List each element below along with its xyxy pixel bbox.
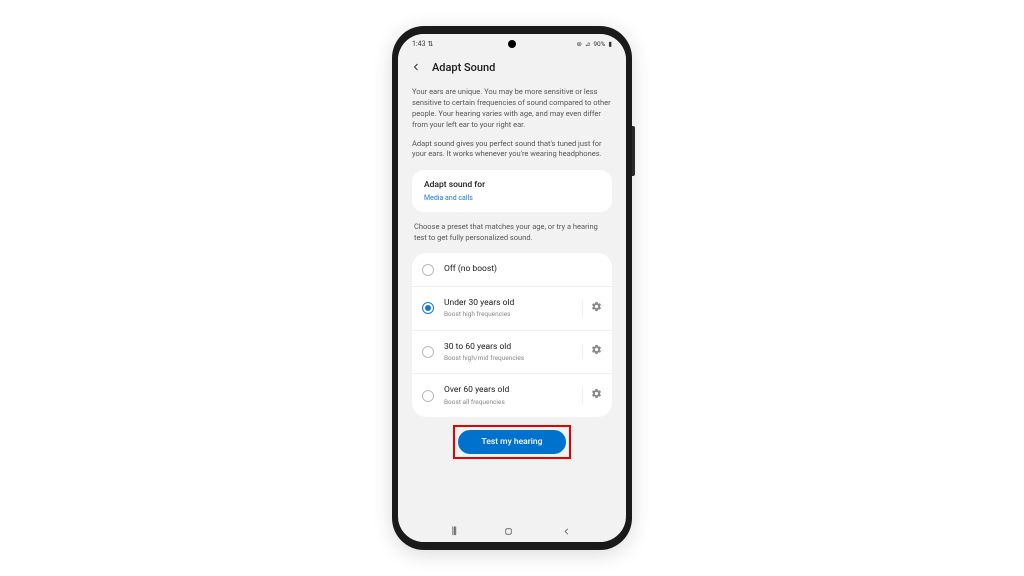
subdescription-text: Adapt sound gives you perfect sound that…: [412, 139, 612, 161]
radio-off[interactable]: [422, 264, 434, 276]
radio-over-60[interactable]: [422, 390, 434, 402]
gear-icon[interactable]: [591, 388, 602, 403]
page-title: Adapt Sound: [432, 61, 495, 74]
preset-hint-text: Choose a preset that matches your age, o…: [412, 222, 612, 244]
status-time: 1:43: [412, 40, 426, 48]
preset-over-60[interactable]: Over 60 years old Boost all frequencies: [412, 374, 612, 417]
content-area: Your ears are unique. You may be more se…: [398, 83, 626, 520]
page-header: Adapt Sound: [398, 52, 626, 83]
phone-side-button: [632, 126, 635, 176]
preset-under-30[interactable]: Under 30 years old Boost high frequencie…: [412, 287, 612, 331]
preset-off-label: Off (no boost): [444, 263, 602, 275]
back-icon[interactable]: [410, 58, 422, 77]
preset-over-60-sub: Boost all frequencies: [444, 398, 572, 407]
nav-recent-icon[interactable]: |||: [452, 526, 456, 537]
preset-over-60-label: Over 60 years old: [444, 384, 572, 396]
gear-icon[interactable]: [591, 301, 602, 316]
adapt-for-title: Adapt sound for: [424, 179, 600, 191]
radio-under-30[interactable]: [422, 302, 434, 314]
preset-off[interactable]: Off (no boost): [412, 253, 612, 286]
phone-frame: 1:43 ⇅ ⊚ ⊿ 90% ▮ Adapt Sound Your ears a…: [392, 26, 632, 550]
preset-list: Off (no boost) Under 30 years old Boost …: [412, 253, 612, 417]
nav-back-icon[interactable]: [561, 522, 572, 541]
nav-home-icon[interactable]: [503, 522, 514, 541]
highlight-annotation: Test my hearing: [453, 425, 572, 459]
test-button-container: Test my hearing: [412, 425, 612, 467]
radio-30-60[interactable]: [422, 346, 434, 358]
description-text: Your ears are unique. You may be more se…: [412, 87, 612, 131]
preset-under-30-label: Under 30 years old: [444, 297, 572, 309]
test-my-hearing-button[interactable]: Test my hearing: [458, 430, 567, 454]
preset-30-60[interactable]: 30 to 60 years old Boost high/mid freque…: [412, 331, 612, 375]
wifi-icon: ⊚: [576, 40, 581, 48]
battery-percent: 90%: [593, 40, 605, 48]
status-activity-icon: ⇅: [428, 40, 434, 48]
preset-under-30-sub: Boost high frequencies: [444, 310, 572, 319]
preset-30-60-label: 30 to 60 years old: [444, 341, 572, 353]
camera-notch: [508, 40, 516, 48]
adapt-sound-for-card[interactable]: Adapt sound for Media and calls: [412, 170, 612, 211]
battery-icon: ▮: [608, 40, 612, 48]
navigation-bar: |||: [398, 520, 626, 542]
gear-icon[interactable]: [591, 344, 602, 359]
phone-screen: 1:43 ⇅ ⊚ ⊿ 90% ▮ Adapt Sound Your ears a…: [398, 34, 626, 542]
preset-30-60-sub: Boost high/mid frequencies: [444, 354, 572, 363]
adapt-for-value: Media and calls: [424, 193, 600, 203]
signal-icon: ⊿: [585, 40, 590, 48]
